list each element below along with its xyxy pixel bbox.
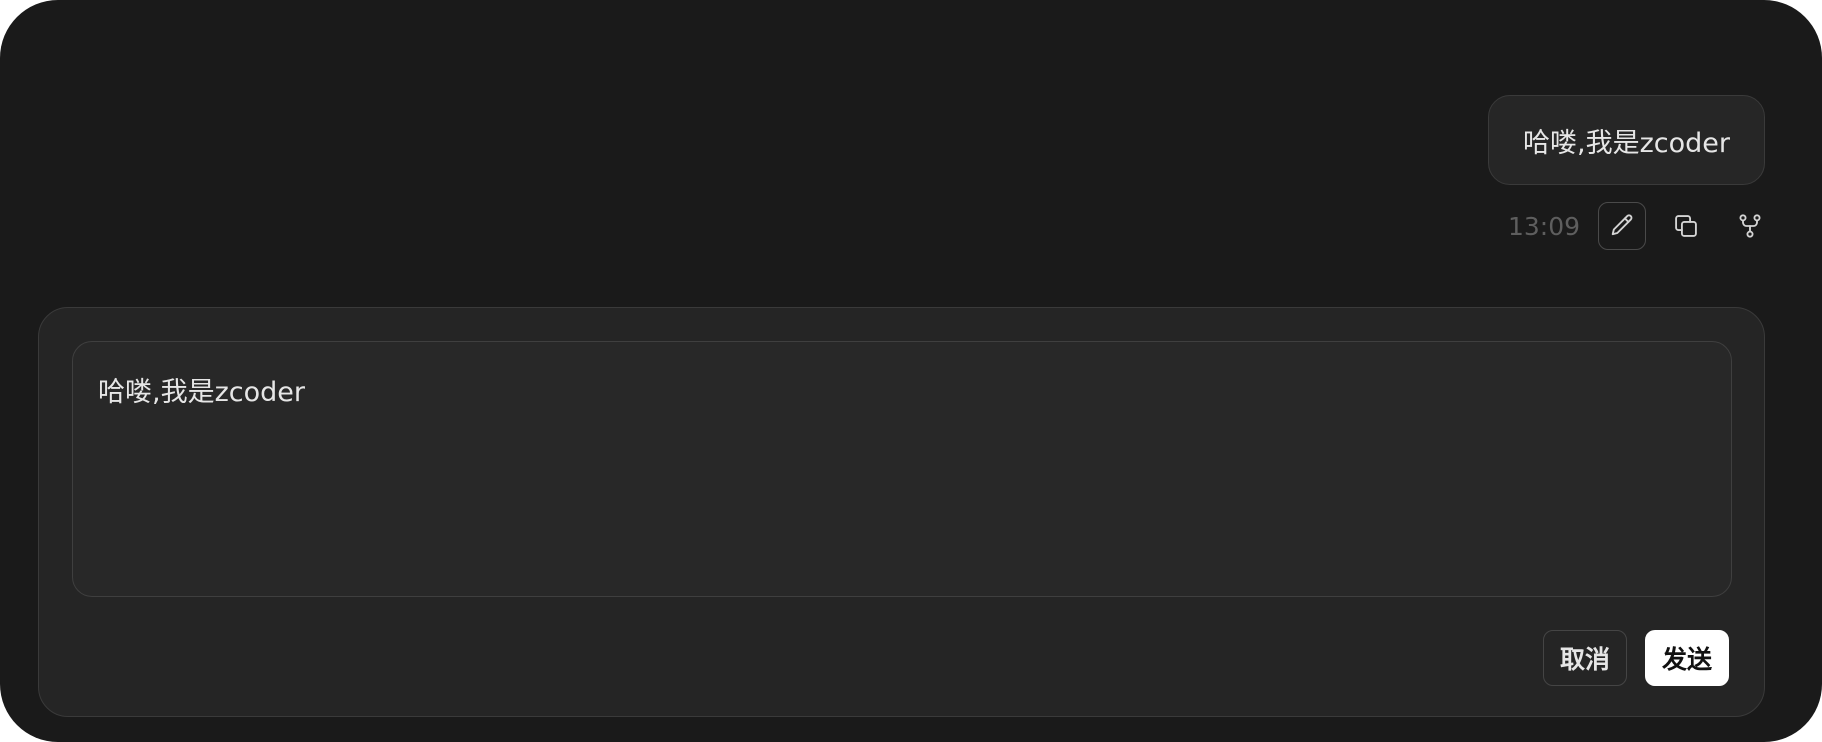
copy-message-button[interactable]	[1662, 202, 1710, 250]
pencil-icon	[1611, 214, 1633, 236]
edit-message-button[interactable]	[1598, 202, 1646, 250]
message-actions: 13:09	[1508, 202, 1774, 250]
edit-actions: 取消 发送	[1542, 630, 1729, 686]
edit-message-input[interactable]: 哈喽,我是zcoder	[72, 341, 1732, 597]
message-timestamp: 13:09	[1507, 211, 1580, 241]
branch-icon	[1739, 214, 1761, 238]
edit-message-panel: 哈喽,我是zcoder 取消 发送	[38, 307, 1765, 717]
message-text: 哈喽,我是zcoder	[1523, 127, 1730, 159]
user-message-bubble: 哈喽,我是zcoder	[1488, 95, 1765, 185]
copy-icon	[1675, 215, 1697, 237]
branch-message-button[interactable]	[1726, 202, 1774, 250]
chat-window: 哈喽,我是zcoder 13:09 哈喽,我是zcoder 取消 发送	[0, 0, 1822, 742]
cancel-button[interactable]: 取消	[1542, 630, 1627, 686]
send-button[interactable]: 发送	[1644, 630, 1729, 686]
